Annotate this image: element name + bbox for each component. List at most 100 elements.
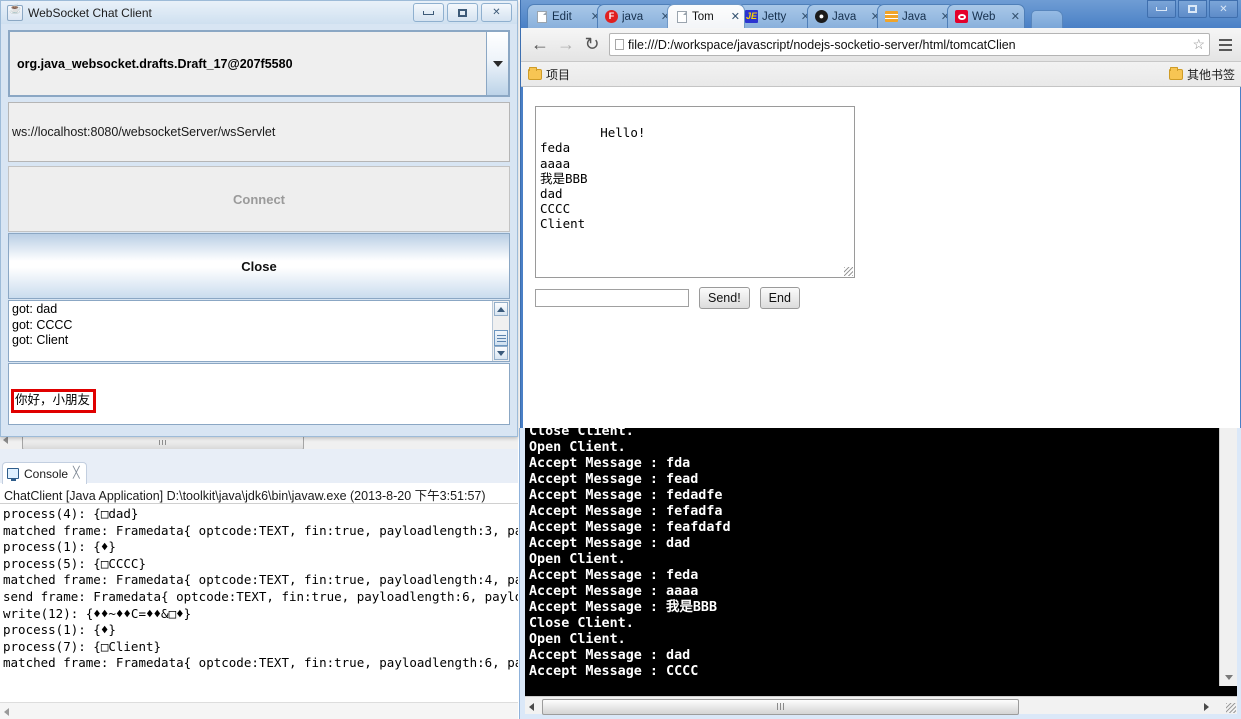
address-bar-value: file:///D:/workspace/javascript/nodejs-s…	[628, 38, 1192, 52]
scrollbar-grip-icon	[777, 703, 785, 710]
chat-log-text: got: dad got: CCCC got: Client	[9, 301, 492, 361]
close-icon[interactable]: ✕	[731, 10, 740, 23]
chat-controls-row: Send! End	[535, 287, 800, 309]
folder-icon	[1169, 69, 1183, 80]
scroll-left-arrow-icon[interactable]	[529, 703, 534, 711]
scroll-right-arrow-icon[interactable]	[1204, 703, 1209, 711]
menu-icon[interactable]	[1214, 33, 1236, 57]
reload-button[interactable]: ↻	[579, 32, 605, 58]
orange-lines-icon	[885, 10, 898, 23]
websocket-url-field[interactable]: ws://localhost:8080/websocketServer/wsSe…	[8, 102, 510, 162]
java-window-body: org.java_websocket.drafts.Draft_17@207f5…	[1, 24, 517, 436]
scrollbar-grip-icon	[159, 440, 167, 445]
command-prompt-vertical-scrollbar[interactable]	[1219, 428, 1237, 686]
tab-java-github[interactable]: ● Java ✕	[807, 4, 885, 28]
jetty-icon: JE	[745, 10, 758, 23]
scrollbar-thumb[interactable]	[542, 699, 1019, 715]
github-icon: ●	[815, 10, 828, 23]
scrollbar-grip-icon	[497, 335, 506, 342]
close-connection-button[interactable]: Close	[8, 233, 510, 299]
console-output-text: process(4): {□dad} matched frame: Framed…	[3, 506, 518, 702]
close-icon[interactable]: ✕	[1011, 10, 1020, 23]
scroll-left-arrow-icon[interactable]	[3, 436, 8, 444]
chrome-window-buttons: ✕	[1147, 0, 1238, 18]
close-button[interactable]: ✕	[481, 3, 512, 22]
bookmark-folder-projects[interactable]: 项目	[528, 66, 570, 83]
chrome-toolbar: ← → ↻ file:///D:/workspace/javascript/no…	[521, 28, 1241, 62]
tab-tomcat[interactable]: Tom ✕	[667, 4, 745, 28]
bookmark-star-icon[interactable]: ☆	[1192, 36, 1205, 53]
maximize-button[interactable]	[1178, 0, 1207, 18]
connect-button[interactable]: Connect	[8, 166, 510, 232]
draft-select-value: org.java_websocket.drafts.Draft_17@207f5…	[10, 57, 486, 71]
chat-messages-textarea[interactable]: Hello! feda aaaa 我是BBB dad CCCC Client	[535, 106, 855, 278]
tab-console-label: Console	[24, 467, 68, 481]
command-prompt-console[interactable]: Close Client. Open Client. Accept Messag…	[525, 428, 1237, 714]
tab-jetty[interactable]: JE Jetty ✕	[737, 4, 815, 28]
tab-java-forum-label: java	[622, 11, 659, 23]
websocket-url-value: ws://localhost:8080/websocketServer/wsSe…	[12, 125, 275, 139]
console-horizontal-scrollbar[interactable]	[0, 702, 518, 719]
chrome-tabstrip: Edit ✕ F java ✕ Tom ✕ JE Jetty ✕	[521, 0, 1241, 28]
scroll-left-arrow-icon[interactable]	[4, 708, 9, 716]
close-icon[interactable]: ╳	[73, 468, 80, 479]
send-button[interactable]: Send!	[699, 287, 750, 309]
java-window-titlebar[interactable]: WebSocket Chat Client ✕	[1, 1, 517, 24]
red-o-icon	[955, 10, 968, 23]
address-bar[interactable]: file:///D:/workspace/javascript/nodejs-s…	[609, 33, 1210, 56]
chrome-browser-window: Edit ✕ F java ✕ Tom ✕ JE Jetty ✕	[520, 0, 1241, 434]
maximize-button[interactable]	[447, 3, 478, 22]
console-monitor-icon	[7, 468, 19, 479]
tab-java-github-label: Java	[832, 11, 869, 23]
scrollbar-thumb[interactable]	[494, 330, 508, 346]
page-icon	[535, 10, 548, 23]
eclipse-console-panel: Console ╳ ChatClient [Java Application] …	[0, 462, 518, 719]
window-resize-grip-icon[interactable]	[1226, 703, 1236, 713]
scrollbar-thumb[interactable]	[22, 435, 304, 450]
tab-web[interactable]: Web ✕	[947, 4, 1025, 28]
tab-edit-label: Edit	[552, 11, 589, 23]
chrome-page-content: Hello! feda aaaa 我是BBB dad CCCC Client S…	[523, 87, 1240, 429]
forward-button[interactable]: →	[553, 32, 579, 58]
java-coffee-icon	[7, 5, 23, 21]
minimize-button[interactable]	[1147, 0, 1176, 18]
chat-log-area: got: dad got: CCCC got: Client	[8, 300, 510, 362]
bookmark-folder-projects-label: 项目	[546, 66, 570, 83]
scroll-up-arrow-icon[interactable]	[494, 302, 508, 316]
scroll-down-arrow-icon[interactable]	[1220, 669, 1237, 686]
tab-jetty-label: Jetty	[762, 11, 799, 23]
tab-java-docs[interactable]: Java ✕	[877, 4, 955, 28]
end-button[interactable]: End	[760, 287, 800, 309]
scroll-down-arrow-icon[interactable]	[494, 346, 508, 360]
message-input[interactable]	[535, 289, 689, 307]
bookmark-folder-other-label: 其他书签	[1187, 66, 1235, 83]
back-button[interactable]: ←	[527, 32, 553, 58]
chat-message-input[interactable]: 你好，小朋友	[8, 363, 510, 425]
close-button[interactable]: ✕	[1209, 0, 1238, 18]
connect-button-label: Connect	[233, 192, 285, 207]
chrome-bookmarks-bar: 项目 其他书签	[521, 62, 1241, 87]
tab-tomcat-label: Tom	[692, 11, 729, 23]
new-tab-button[interactable]	[1031, 10, 1063, 28]
websocket-chat-client-window: WebSocket Chat Client ✕ org.java_websock…	[0, 0, 518, 437]
minimize-button[interactable]	[413, 3, 444, 22]
draft-select[interactable]: org.java_websocket.drafts.Draft_17@207f5…	[8, 30, 510, 97]
desktop-screen: Console ╳ ChatClient [Java Application] …	[0, 0, 1241, 719]
chat-messages-text: Hello! feda aaaa 我是BBB dad CCCC Client	[540, 125, 645, 231]
tab-edit[interactable]: Edit ✕	[527, 4, 605, 28]
command-prompt-horizontal-scrollbar[interactable]	[525, 696, 1237, 714]
bookmark-folder-other[interactable]: 其他书签	[1169, 66, 1235, 83]
tab-console[interactable]: Console ╳	[2, 462, 87, 484]
console-divider	[0, 503, 518, 504]
chat-log-vertical-scrollbar[interactable]	[492, 301, 509, 361]
folder-icon	[528, 69, 542, 80]
java-window-buttons: ✕	[413, 3, 517, 22]
eclipse-console-tabbar: Console ╳	[0, 462, 518, 483]
chevron-down-icon[interactable]	[486, 32, 508, 95]
console-launch-header: ChatClient [Java Application] D:\toolkit…	[4, 485, 516, 504]
resize-handle-icon[interactable]	[844, 267, 853, 276]
java-window-title: WebSocket Chat Client	[28, 6, 413, 20]
tab-java-forum[interactable]: F java ✕	[597, 4, 675, 28]
eclipse-panel-gap	[0, 449, 518, 462]
page-icon	[615, 39, 624, 50]
